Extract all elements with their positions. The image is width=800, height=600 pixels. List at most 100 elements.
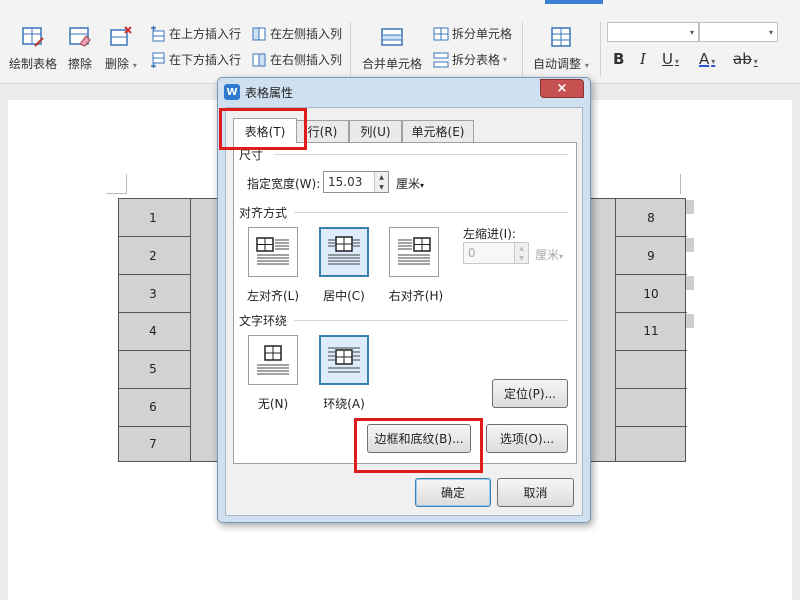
width-input[interactable]: 15.03 ▲ ▼ [323, 171, 389, 193]
merge-cells-icon [379, 26, 405, 48]
underline-button[interactable]: U ▾ [662, 50, 679, 68]
wrap-around-icon [328, 347, 360, 373]
delete-table-icon [108, 26, 134, 48]
wps-logo-icon: W [224, 84, 240, 100]
table-cell[interactable]: 5 [133, 362, 173, 376]
insert-row-below-button[interactable]: 在下方插入行 [150, 51, 241, 68]
auto-adjust-button[interactable]: 自动调整 ▾ [533, 26, 589, 72]
wrap-none-icon [257, 345, 289, 375]
insert-col-right-label: 在右侧插入列 [270, 53, 343, 67]
active-ribbon-tab[interactable] [545, 0, 603, 4]
split-cells-label: 拆分单元格 [452, 27, 513, 41]
tab-table[interactable]: 表格(T) [233, 118, 297, 143]
table-tab-panel: 尺寸 指定宽度(W): 15.03 ▲ ▼ 厘米▾ 对齐方式 左对齐(L) 居中(… [233, 142, 577, 464]
left-indent-unit-dropdown[interactable]: 厘米▾ [535, 246, 563, 263]
table-cell[interactable]: 3 [133, 287, 173, 301]
table-cell[interactable]: 11 [631, 324, 671, 338]
spin-down-icon[interactable]: ▼ [515, 253, 528, 263]
ribbon-separator [350, 22, 351, 76]
spin-up-icon[interactable]: ▲ [375, 172, 388, 182]
table-cell[interactable]: 10 [631, 287, 671, 301]
insert-col-left-label: 在左侧插入列 [270, 27, 343, 41]
split-cells-button[interactable]: 拆分单元格 [433, 25, 512, 42]
draw-table-label: 绘制表格 [9, 57, 58, 71]
ribbon-toolbar: 绘制表格 擦除 删除 ▾ 在上方插入行 在下方插入行 在左侧插入列 在右侧插入列 [0, 0, 800, 84]
table-cell[interactable]: 4 [133, 324, 173, 338]
split-table-label: 拆分表格 [452, 53, 501, 67]
eraser-icon [67, 26, 93, 48]
insert-row-above-label: 在上方插入行 [169, 27, 242, 41]
positioning-button[interactable]: 定位(P)... [492, 379, 568, 408]
align-left-icon [256, 237, 289, 265]
tab-cell[interactable]: 单元格(E) [402, 120, 474, 142]
alignment-group-label: 对齐方式 [239, 204, 292, 221]
font-name-combo[interactable]: ▾ [607, 22, 699, 42]
highlight-box-borders-button [354, 418, 483, 473]
width-label: 指定宽度(W): [247, 177, 321, 191]
cancel-button[interactable]: 取消 [497, 478, 574, 507]
ribbon-separator [600, 22, 601, 76]
ok-button[interactable]: 确定 [415, 478, 491, 507]
bold-button[interactable]: B [613, 50, 624, 68]
align-right-option[interactable] [389, 227, 439, 277]
wrap-none-label: 无(N) [257, 397, 289, 411]
row-shading [686, 238, 694, 252]
chevron-down-icon: ▾ [689, 28, 694, 37]
dialog-title: 表格属性 [245, 85, 294, 100]
italic-button[interactable]: I [640, 50, 646, 68]
table-cell[interactable]: 9 [631, 249, 671, 263]
erase-button[interactable]: 擦除 [67, 26, 93, 72]
insert-col-right-button[interactable]: 在右侧插入列 [251, 51, 342, 68]
tab-column[interactable]: 列(U) [349, 120, 402, 142]
font-size-combo[interactable]: ▾ [699, 22, 778, 42]
insert-row-below-icon [150, 52, 166, 68]
table-cell[interactable]: 1 [133, 211, 173, 225]
merge-cells-button[interactable]: 合并单元格 [362, 26, 422, 72]
auto-adjust-label: 自动调整 ▾ [533, 57, 589, 71]
left-indent-input[interactable]: 0 ▲ ▼ [463, 242, 529, 264]
insert-row-above-button[interactable]: 在上方插入行 [150, 25, 241, 42]
auto-fit-icon [548, 26, 574, 48]
table-cell[interactable]: 2 [133, 249, 173, 263]
font-color-button[interactable]: A ▾ [699, 50, 715, 68]
row-shading [686, 276, 694, 290]
align-right-icon [398, 237, 431, 265]
margin-marker [106, 193, 126, 194]
wrap-around-option[interactable] [319, 335, 369, 385]
align-right-label: 右对齐(H) [388, 289, 444, 303]
insert-col-right-icon [251, 52, 267, 68]
close-button[interactable]: × [540, 79, 584, 98]
merge-cells-label: 合并单元格 [362, 57, 423, 71]
delete-label: 删除 ▾ [105, 57, 137, 71]
row-shading [686, 314, 694, 328]
wrap-group-label: 文字环绕 [239, 312, 292, 329]
table-cell[interactable]: 6 [133, 400, 173, 414]
insert-col-left-button[interactable]: 在左侧插入列 [251, 25, 342, 42]
table-cell[interactable]: 7 [133, 437, 173, 451]
erase-label: 擦除 [67, 57, 92, 71]
chevron-down-icon: ▾ [768, 28, 773, 37]
options-button[interactable]: 选项(O)... [486, 424, 568, 453]
row-shading [686, 200, 694, 214]
insert-col-left-icon [251, 26, 267, 42]
align-center-icon [328, 236, 360, 265]
align-center-label: 居中(C) [323, 289, 365, 303]
align-center-option[interactable] [319, 227, 369, 277]
close-icon: × [556, 81, 568, 96]
split-table-button[interactable]: 拆分表格 ▾ [433, 51, 507, 68]
align-left-option[interactable] [248, 227, 298, 277]
split-cells-icon [433, 26, 449, 42]
wrap-none-option[interactable] [248, 335, 298, 385]
dialog-title-bar[interactable]: W 表格属性 [224, 81, 293, 103]
ribbon-separator [522, 22, 523, 76]
insert-row-below-label: 在下方插入行 [169, 53, 242, 67]
highlight-button[interactable]: ab ▾ [733, 50, 758, 68]
draw-table-icon [20, 26, 46, 48]
delete-button[interactable]: 删除 ▾ [105, 26, 137, 72]
spin-down-icon[interactable]: ▼ [375, 182, 388, 192]
width-unit-dropdown[interactable]: 厘米▾ [396, 175, 424, 192]
spin-up-icon[interactable]: ▲ [515, 243, 528, 253]
left-indent-label: 左缩进(I): [463, 227, 516, 241]
table-cell[interactable]: 8 [631, 211, 671, 225]
draw-table-button[interactable]: 绘制表格 [9, 26, 57, 72]
